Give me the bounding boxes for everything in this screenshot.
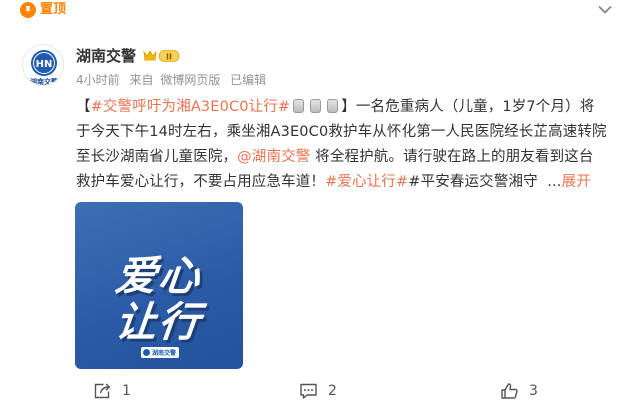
post-text-segment: 将全程护航。请行驶在路上的朋友看到这台 — [310, 149, 594, 165]
like-count: 3 — [529, 383, 538, 399]
post-image[interactable]: 爱心 让行 湖南交警 — [75, 202, 243, 369]
forward-count: 1 — [122, 383, 131, 399]
forward-button[interactable]: 1 — [93, 380, 131, 402]
avatar-letters: HN — [36, 59, 53, 70]
action-bar: 1 2 3 — [0, 380, 618, 402]
post-time[interactable]: 4小时前 — [76, 73, 120, 87]
comment-count: 2 — [328, 383, 337, 399]
pinned-label: 置顶 — [40, 2, 67, 17]
avatar-caption: 湖南交警 — [30, 77, 58, 86]
post-meta: 4小时前 来自 微博网页版 已编辑 — [76, 72, 272, 88]
like-button[interactable]: 3 — [500, 380, 538, 402]
bracket-close: 】 — [341, 99, 356, 115]
edited-label[interactable]: 已编辑 — [230, 73, 266, 87]
bracket-open: 【 — [76, 99, 91, 115]
microphone-emoji-icon — [293, 99, 305, 113]
topic-link[interactable]: #交警呼吁为湘A3E0C0让行# — [91, 99, 291, 115]
forward-icon — [94, 383, 111, 399]
post-text-segment: 救护车爱心让行，不要占用应急车道！ — [76, 174, 326, 190]
pinned-bar: 置顶 — [0, 0, 618, 20]
post-line-1: 【#交警呼吁为湘A3E0C0让行# 】一名危重病人（儿童，1岁7个月）将 — [76, 95, 616, 120]
post-text-segment: 至长沙湖南省儿童医院， — [76, 149, 238, 165]
vip-level: II — [166, 52, 172, 61]
microphone-emoji-icon — [310, 99, 322, 113]
image-logo: 湖南交警 — [141, 347, 179, 358]
ellipsis: ... — [537, 174, 562, 190]
post-source[interactable]: 微博网页版 — [160, 73, 220, 87]
chevron-down-icon[interactable] — [596, 1, 614, 19]
expand-link[interactable]: 展开 — [562, 174, 591, 190]
topic-link[interactable]: #平安春运交警湘守 — [408, 174, 538, 190]
image-text-line-2: 让行 — [113, 298, 205, 346]
post-line-2: 于今天下午14时左右，乘坐湘A3E0C0救护车从怀化第一人民医院经长芷高速转院 — [76, 124, 607, 140]
image-logo-text: 湖南交警 — [152, 349, 176, 357]
post-text-segment: 一名危重病人（儿童，1岁7个月）将 — [355, 99, 595, 115]
post-line-3: 至长沙湖南省儿童医院，@湖南交警 将全程护航。请行驶在路上的朋友看到这台 — [76, 145, 616, 170]
thumbs-up-icon — [501, 383, 518, 399]
post-text: 【#交警呼吁为湘A3E0C0让行# 】一名危重病人（儿童，1岁7个月）将 于今天下… — [76, 95, 616, 195]
comment-icon — [300, 383, 317, 399]
pin-icon — [20, 2, 36, 18]
topic-link[interactable]: #爱心让行# — [325, 174, 408, 190]
vip-badge[interactable]: II — [142, 48, 182, 64]
avatar[interactable]: HN 湖南交警 — [22, 44, 64, 86]
author-name[interactable]: 湖南交警 — [76, 46, 136, 66]
post-line-4: 救护车爱心让行，不要占用应急车道！#爱心让行##平安春运交警湘守 ...展开 — [76, 170, 616, 195]
microphone-emoji-icon — [327, 99, 339, 113]
comment-button[interactable]: 2 — [299, 380, 337, 402]
source-prefix: 来自 — [129, 73, 154, 87]
mention-link[interactable]: @湖南交警 — [237, 149, 310, 165]
